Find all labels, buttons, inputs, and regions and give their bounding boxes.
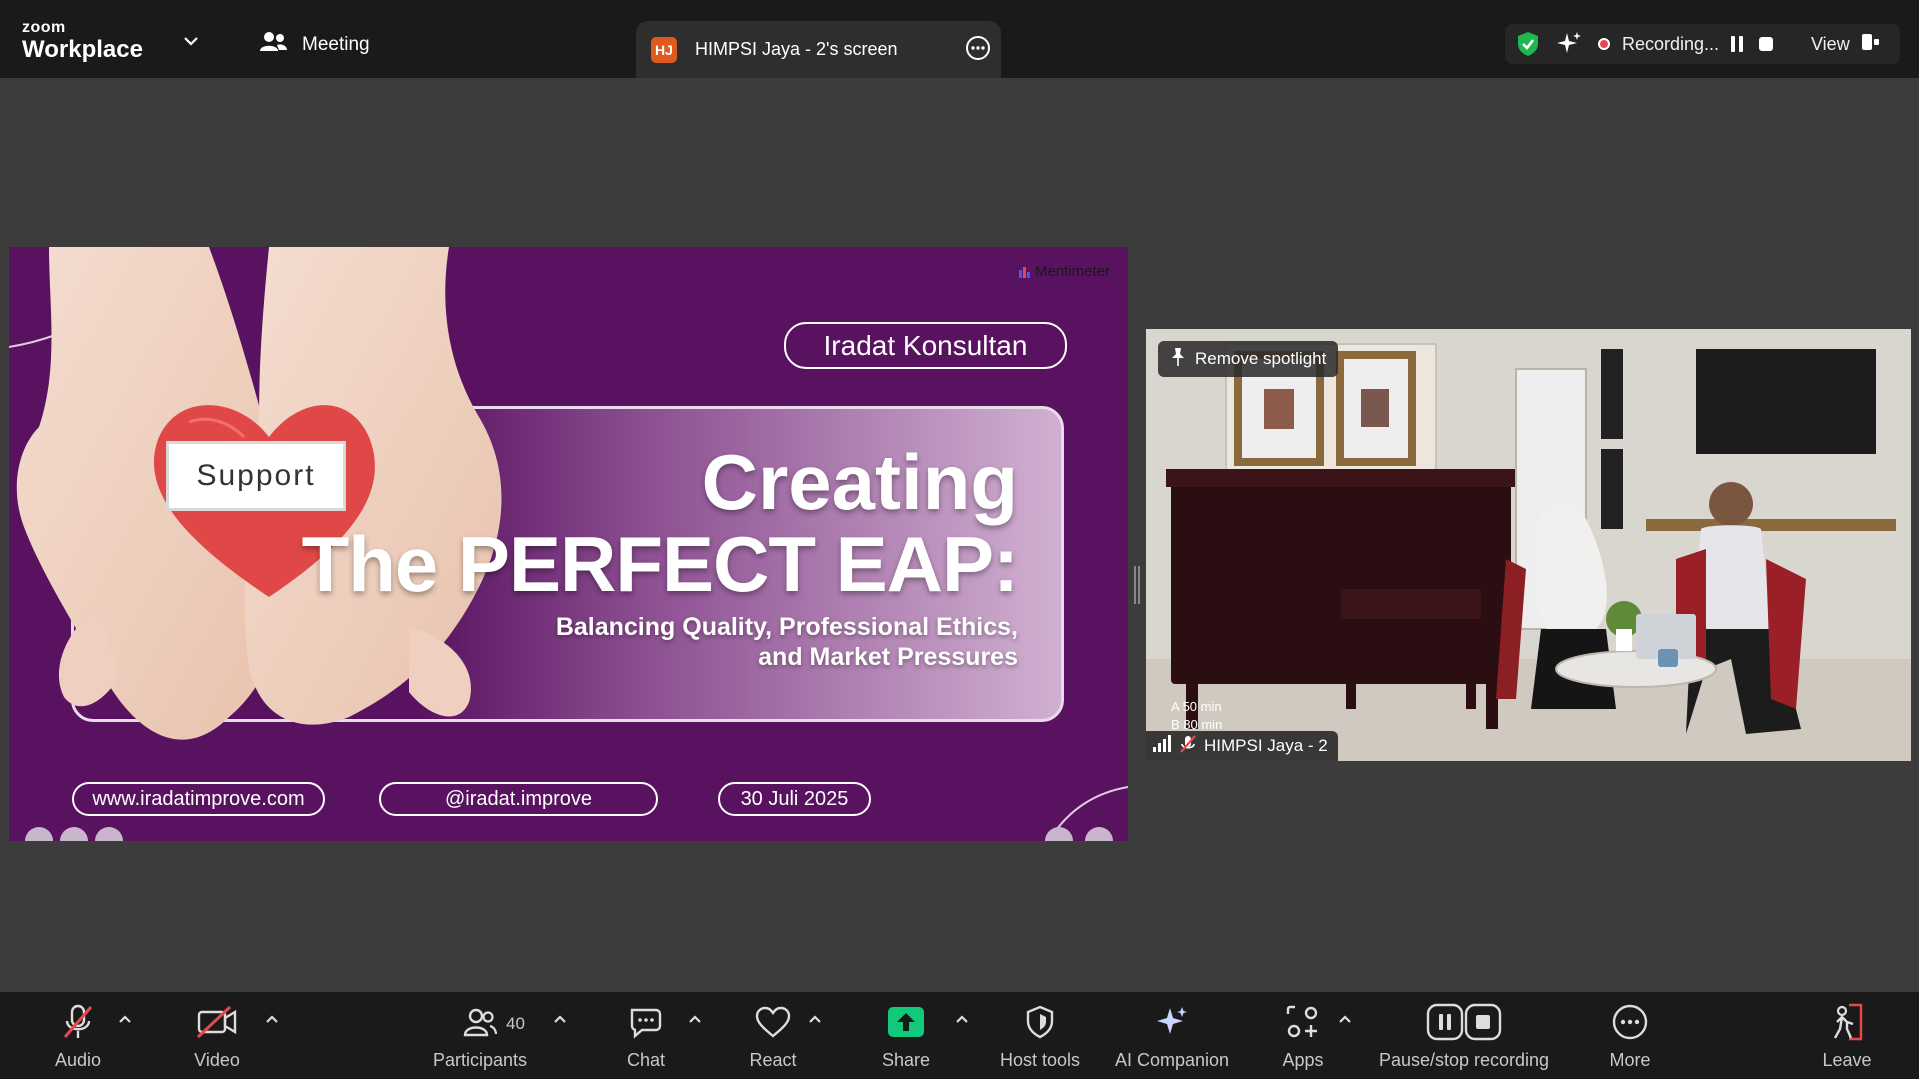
leave-label: Leave <box>1822 1050 1872 1070</box>
mentimeter-label: Mentimeter <box>1034 263 1110 280</box>
participant-avatar: HJ <box>651 36 677 63</box>
participant-name-tag: HIMPSI Jaya - 2 <box>1146 731 1338 761</box>
company-pill: Iradat Konsultan <box>784 322 1067 369</box>
participants-label: Participants <box>432 1050 528 1070</box>
remove-spotlight-label: Remove spotlight <box>1195 349 1327 368</box>
slide-title-line-2: The PERFECT EAP: <box>301 520 1019 608</box>
audio-button[interactable]: Audio <box>43 992 113 1079</box>
recording-indicator: Recording... <box>1598 24 1719 64</box>
participants-count: 40 <box>506 1014 525 1033</box>
instagram-text: @iradat.improve <box>444 787 593 810</box>
share-arrow-icon <box>887 1002 925 1042</box>
video-label: Video <box>194 1050 240 1070</box>
date-text: 30 Juli 2025 <box>740 787 849 810</box>
more-options-icon[interactable] <box>965 35 991 66</box>
company-name: Iradat Konsultan <box>823 329 1028 361</box>
video-options-chevron-icon[interactable] <box>265 1012 279 1030</box>
resize-handle[interactable] <box>1134 566 1140 604</box>
react-options-chevron-icon[interactable] <box>808 1012 822 1030</box>
stop-recording-button[interactable] <box>1757 24 1775 64</box>
view-layout-icon <box>1860 33 1880 56</box>
chevron-down-icon[interactable] <box>183 34 199 52</box>
pin-icon <box>1170 347 1186 372</box>
mentimeter-logo: Mentimeter <box>1018 263 1110 280</box>
participant-video[interactable]: A 50 min B 80 min Remove spotlight HIMPS… <box>1146 329 1911 761</box>
date-pill: 30 Juli 2025 <box>718 782 871 816</box>
ai-sparkle-icon[interactable] <box>1555 24 1583 64</box>
brand-zoom: zoom <box>22 19 66 36</box>
recording-status-bar: Recording... View <box>1505 24 1900 64</box>
pause-recording-button[interactable] <box>1728 24 1746 64</box>
chat-options-chevron-icon[interactable] <box>688 1012 702 1030</box>
support-card: Support <box>166 441 346 511</box>
chat-label: Chat <box>626 1050 666 1070</box>
heart-icon <box>754 1002 792 1042</box>
people-icon <box>258 30 288 60</box>
microphone-muted-icon <box>61 1002 95 1042</box>
meeting-toolbar: Audio Video Participants 40 Chat React S… <box>0 992 1919 1079</box>
video-note-b: B 80 min <box>1171 717 1223 732</box>
slide-subtitle-line-2: and Market Pressures <box>758 643 1018 671</box>
more-icon <box>1611 1002 1649 1042</box>
host-tools-label: Host tools <box>999 1050 1081 1070</box>
shared-screen-slide[interactable]: Mentimeter Iradat Konsultan Support Crea… <box>9 247 1128 841</box>
apps-options-chevron-icon[interactable] <box>1338 1012 1352 1030</box>
brand-workplace: Workplace <box>22 36 143 63</box>
shield-check-icon[interactable] <box>1515 24 1541 64</box>
room-scene-icon <box>1146 329 1911 761</box>
signal-bars-icon <box>1152 734 1172 758</box>
muted-mic-icon <box>1180 734 1196 759</box>
participant-name: HIMPSI Jaya - 2 <box>1204 736 1328 755</box>
pause-stop-label: Pause/stop recording <box>1378 1050 1550 1070</box>
video-button[interactable]: Video <box>182 992 252 1079</box>
apps-label: Apps <box>1282 1050 1324 1070</box>
shield-icon <box>1024 1002 1056 1042</box>
record-dot-icon <box>1598 38 1610 50</box>
top-bar: zoom Workplace Meeting HJ HIMPSI Jaya - … <box>0 0 1919 78</box>
ai-companion-label: AI Companion <box>1114 1050 1230 1070</box>
tab-shared-screen-label: HIMPSI Jaya - 2's screen <box>695 39 898 59</box>
website-pill: www.iradatimprove.com <box>72 782 325 816</box>
participants-options-chevron-icon[interactable] <box>553 1012 567 1030</box>
chat-icon <box>628 1002 664 1042</box>
view-button[interactable]: View <box>1811 24 1880 64</box>
apps-icon <box>1285 1002 1321 1042</box>
react-button[interactable]: React <box>740 992 806 1079</box>
camera-off-icon <box>196 1002 238 1042</box>
slide-subtitle-line-1: Balancing Quality, Professional Ethics, <box>555 613 1018 641</box>
slide-title-line-1: Creating <box>701 438 1018 526</box>
pause-stop-recording-button[interactable]: Pause/stop recording <box>1374 992 1554 1079</box>
participants-button[interactable]: Participants <box>430 992 530 1079</box>
slide-subtitle: Balancing Quality, Professional Ethics, … <box>498 612 1018 672</box>
tab-shared-screen[interactable]: HJ HIMPSI Jaya - 2's screen <box>636 21 1001 78</box>
more-button[interactable]: More <box>1600 992 1660 1079</box>
ai-companion-button[interactable]: AI Companion <box>1110 992 1234 1079</box>
video-note-a: A 50 min <box>1171 699 1222 714</box>
chat-button[interactable]: Chat <box>616 992 676 1079</box>
leave-icon <box>1827 1002 1867 1042</box>
zoom-workplace-logo[interactable]: zoom Workplace <box>22 20 143 62</box>
instagram-pill: @iradat.improve <box>379 782 658 816</box>
support-card-text: Support <box>196 459 316 492</box>
audio-label: Audio <box>54 1050 102 1070</box>
remove-spotlight-button[interactable]: Remove spotlight <box>1158 341 1339 377</box>
audio-options-chevron-icon[interactable] <box>118 1012 132 1030</box>
ai-companion-icon <box>1154 1002 1190 1042</box>
more-label: More <box>1609 1050 1651 1070</box>
host-tools-button[interactable]: Host tools <box>995 992 1085 1079</box>
pause-stop-icon <box>1426 1002 1502 1042</box>
share-options-chevron-icon[interactable] <box>955 1012 969 1030</box>
recording-status-text: Recording... <box>1622 33 1720 54</box>
view-label: View <box>1811 33 1850 54</box>
apps-button[interactable]: Apps <box>1273 992 1333 1079</box>
share-button[interactable]: Share <box>876 992 936 1079</box>
website-text: www.iradatimprove.com <box>92 787 305 810</box>
participants-icon <box>463 1002 497 1042</box>
react-label: React <box>749 1050 797 1070</box>
tab-meeting[interactable]: Meeting <box>258 30 370 60</box>
share-label: Share <box>881 1050 931 1070</box>
tab-meeting-label: Meeting <box>302 34 370 55</box>
leave-button[interactable]: Leave <box>1817 992 1877 1079</box>
